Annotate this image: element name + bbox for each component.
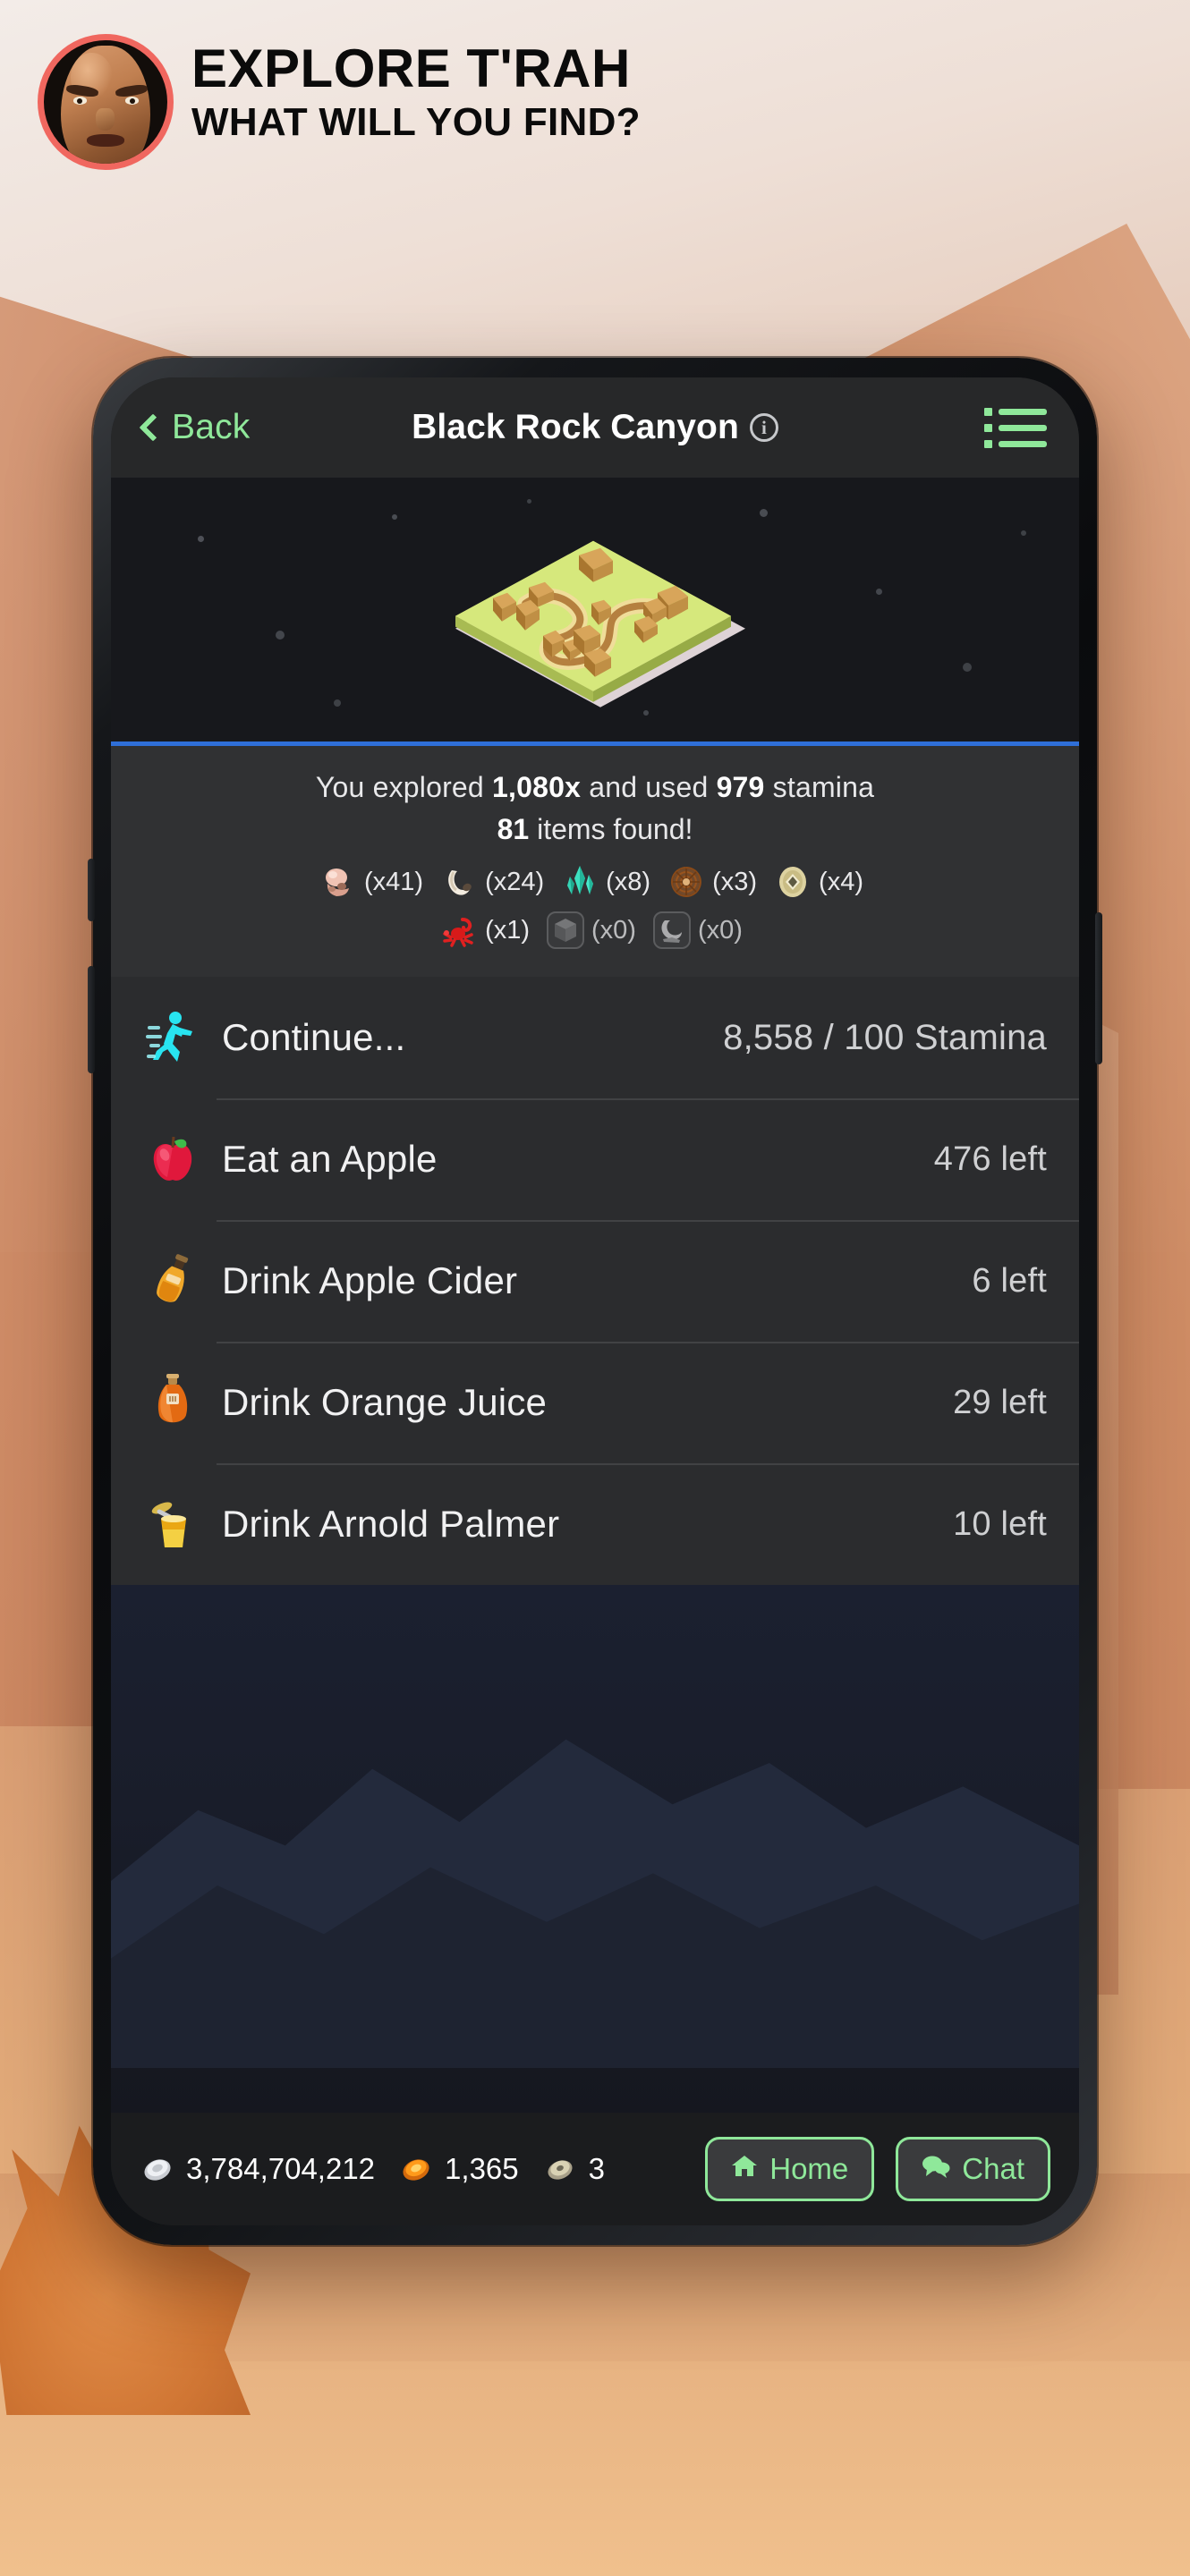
home-icon	[731, 2152, 758, 2186]
exploration-summary-panel: You explored 1,080x and used 979 stamina…	[111, 746, 1079, 977]
found-item-count: (x4)	[819, 867, 863, 896]
bottom-status-bar: 3,784,704,212 1,365 3 Home Chat	[111, 2113, 1079, 2225]
chat-button-label: Chat	[962, 2152, 1024, 2185]
gold-coin-icon	[398, 2151, 434, 2187]
currency-value: 3,784,704,212	[186, 2152, 376, 2185]
ammonite-fossil-icon	[667, 862, 706, 902]
phone-device: Back Black Rock Canyon i You explored 1,…	[88, 358, 1102, 2245]
cider-bottle-icon	[143, 1252, 202, 1309]
bone-skull-icon	[319, 862, 358, 902]
stone-cube-icon	[546, 911, 585, 950]
action-label: Eat an Apple	[222, 1138, 438, 1180]
banner-subtitle: WHAT WILL YOU FIND?	[191, 100, 641, 145]
list-menu-icon[interactable]	[984, 407, 1047, 448]
warrior-face-avatar-icon	[44, 40, 167, 164]
red-scorpion-icon	[439, 911, 479, 950]
bronze-coin-icon	[542, 2151, 578, 2187]
orange-juice-flask-icon	[143, 1374, 202, 1431]
found-item[interactable]: (x8)	[560, 862, 650, 902]
action-label: Drink Arnold Palmer	[222, 1503, 560, 1545]
phone-side-button-2[interactable]	[88, 966, 95, 1073]
currency-value: 3	[588, 2152, 605, 2185]
found-item[interactable]: (x0)	[546, 911, 636, 950]
action-list: Continue... 8,558 / 100 Stamina Eat an A…	[111, 977, 1079, 1585]
nav-title-group: Black Rock Canyon i	[111, 408, 1079, 447]
gold-coin-relic-icon	[773, 862, 812, 902]
currency-bronze[interactable]: 3	[542, 2151, 605, 2187]
found-item-count: (x0)	[697, 915, 743, 945]
action-label: Drink Apple Cider	[222, 1259, 518, 1301]
isometric-canyon-map-tile-icon	[455, 540, 745, 708]
location-hero-image	[111, 478, 1079, 746]
banner-title: EXPLORE T'RAH	[191, 38, 631, 98]
phone-side-button-3[interactable]	[1095, 912, 1102, 1064]
action-label: Drink Orange Juice	[222, 1381, 548, 1423]
arnold-palmer-glass-icon	[143, 1496, 202, 1553]
currency-gold[interactable]: 1,365	[398, 2151, 519, 2187]
home-button-label: Home	[769, 2152, 849, 2185]
action-row-continue[interactable]: Continue... 8,558 / 100 Stamina	[111, 977, 1079, 1098]
phone-screen: Back Black Rock Canyon i You explored 1,…	[111, 377, 1079, 2225]
running-figure-icon	[143, 1008, 202, 1067]
gray-fossil-icon	[652, 911, 692, 950]
currency-value: 1,365	[445, 2152, 519, 2185]
stamina-used-count: 979	[716, 771, 765, 803]
back-button[interactable]: Back	[139, 408, 251, 447]
teal-crystal-icon	[560, 862, 599, 902]
action-value: 29 left	[953, 1383, 1047, 1421]
found-item-count: (x8)	[606, 867, 651, 896]
currency-silver[interactable]: 3,784,704,212	[140, 2151, 375, 2187]
tusk-shell-icon	[439, 862, 479, 902]
back-button-label: Back	[172, 408, 251, 446]
red-apple-icon	[143, 1131, 202, 1187]
chevron-left-icon	[139, 413, 167, 442]
action-value: 6 left	[972, 1261, 1047, 1300]
found-item-count: (x0)	[591, 915, 636, 945]
page-title: Black Rock Canyon	[412, 408, 739, 446]
action-value: 476 left	[933, 1140, 1047, 1178]
scroll-backdrop	[111, 1585, 1079, 2113]
exploration-stats-line: You explored 1,080x and used 979 stamina	[315, 771, 875, 803]
chat-bubbles-icon	[922, 2152, 950, 2186]
found-item[interactable]: (x1)	[439, 911, 530, 950]
found-item-count: (x41)	[363, 867, 424, 896]
found-item-count: (x24)	[485, 867, 545, 896]
items-found-count: 81	[497, 813, 530, 845]
app-navigation-bar: Back Black Rock Canyon i	[111, 377, 1079, 478]
found-item-count: (x3)	[712, 867, 758, 896]
found-item[interactable]: (x41)	[319, 862, 423, 902]
action-value: 10 left	[953, 1504, 1047, 1543]
silver-coin-icon	[140, 2151, 175, 2187]
found-item[interactable]: (x4)	[773, 862, 863, 902]
action-row-drink-apple-cider[interactable]: Drink Apple Cider 6 left	[111, 1220, 1079, 1342]
action-row-drink-arnold-palmer[interactable]: Drink Arnold Palmer 10 left	[111, 1463, 1079, 1585]
promo-banner: EXPLORE T'RAH WHAT WILL YOU FIND?	[0, 0, 1190, 197]
items-found-line: 81 items found!	[497, 813, 693, 845]
action-label: Continue...	[222, 1016, 406, 1058]
info-icon[interactable]: i	[749, 413, 778, 442]
phone-side-button-1[interactable]	[88, 859, 95, 921]
bottom-button-group: Home Chat	[705, 2137, 1050, 2201]
found-item[interactable]: (x24)	[439, 862, 544, 902]
action-row-drink-orange-juice[interactable]: Drink Orange Juice 29 left	[111, 1342, 1079, 1463]
found-items-row: (x1) (x0) (x0)	[439, 911, 751, 950]
chat-button[interactable]: Chat	[896, 2137, 1050, 2201]
action-row-eat-apple[interactable]: Eat an Apple 476 left	[111, 1098, 1079, 1220]
action-value: 8,558 / 100 Stamina	[723, 1017, 1047, 1057]
banner-text-block: EXPLORE T'RAH WHAT WILL YOU FIND?	[191, 38, 641, 146]
found-items-list: (x41) (x24) (x8) (x3) (x4) (x1) (x0) (x0…	[319, 862, 871, 950]
found-item-count: (x1)	[485, 915, 531, 945]
home-button[interactable]: Home	[705, 2137, 875, 2201]
avatar	[38, 34, 174, 170]
found-item[interactable]: (x3)	[667, 862, 757, 902]
found-items-row: (x41) (x24) (x8) (x3) (x4)	[319, 862, 871, 902]
explored-count: 1,080x	[492, 771, 582, 803]
found-item[interactable]: (x0)	[652, 911, 743, 950]
